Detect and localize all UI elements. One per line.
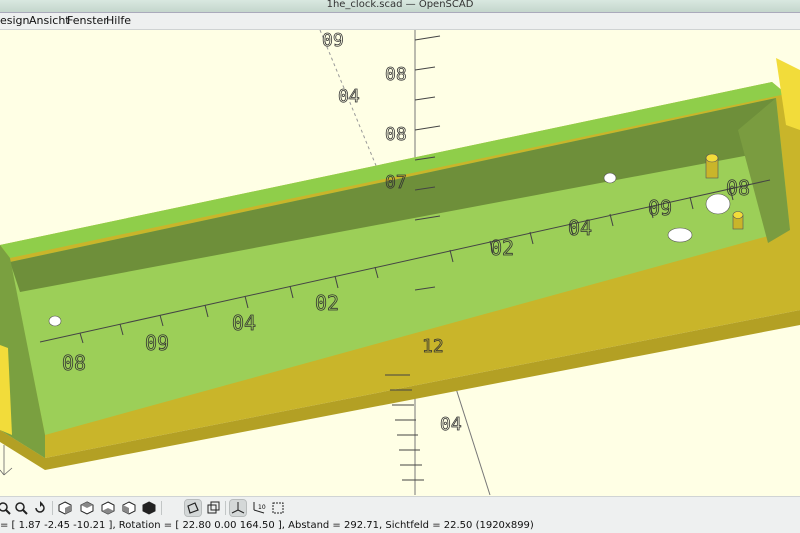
view-left-button[interactable] (121, 500, 137, 516)
zoom-out-button[interactable] (13, 500, 29, 516)
cube-top-icon (80, 501, 94, 515)
zoom-in-icon (0, 502, 11, 515)
view-bottom-button[interactable] (100, 500, 116, 516)
perspective-button[interactable] (184, 499, 202, 517)
vaxis-label-5: 07 (385, 172, 407, 193)
floor-label-1: 08 (62, 351, 86, 375)
cube-right-icon (58, 501, 72, 515)
window-title-bar: 1he_clock.scad — OpenSCAD (0, 0, 800, 13)
show-edges-button[interactable] (270, 500, 286, 516)
view-front-button[interactable] (141, 500, 157, 516)
zoom-out-icon (15, 502, 28, 515)
cube-bottom-icon (101, 501, 115, 515)
orthogonal-button[interactable] (205, 500, 221, 516)
status-text: = [ 1.87 -2.45 -10.21 ], Rotation = [ 22… (0, 520, 534, 531)
axes-gizmo (0, 445, 13, 476)
toolbar-separator (225, 501, 226, 515)
floor-label-3: 04 (232, 311, 256, 335)
menu-bar: esign Ansicht Fenster Hilfe (0, 13, 800, 30)
laxis-label-2: 04 (440, 414, 462, 435)
window-title: 1he_clock.scad — OpenSCAD (326, 0, 474, 10)
view-right-button[interactable] (57, 500, 73, 516)
laxis-label-1: 12 (422, 336, 444, 357)
scale-icon: 10 (253, 502, 266, 514)
menu-design[interactable]: esign (0, 14, 30, 27)
cube-front-icon (142, 501, 156, 515)
vaxis-label-4: 08 (385, 124, 407, 145)
floor-label-2: 09 (145, 331, 169, 355)
menu-hilfe[interactable]: Hilfe (106, 14, 131, 27)
cable-hole (667, 227, 693, 243)
svg-text:10: 10 (258, 504, 266, 511)
toolbar-separator (52, 501, 53, 515)
axes-icon (231, 502, 245, 514)
standoff-2-top (732, 211, 744, 219)
menu-ansicht[interactable]: Ansicht (29, 14, 70, 27)
reset-view-icon (35, 501, 45, 513)
perspective-icon (187, 502, 199, 514)
edges-icon (272, 502, 284, 514)
orthogonal-icon (207, 501, 220, 514)
floor-label-7: 09 (648, 196, 672, 220)
3d-viewport[interactable]: 08 09 04 02 02 04 09 08 09 04 08 08 07 1… (0, 30, 800, 495)
status-bar: = [ 1.87 -2.45 -10.21 ], Rotation = [ 22… (0, 519, 800, 533)
viewport-canvas[interactable]: 08 09 04 02 02 04 09 08 09 04 08 08 07 1… (0, 30, 800, 495)
cube-left-icon (122, 501, 136, 515)
toolbar-separator (161, 501, 162, 515)
standoff-1-top (705, 153, 719, 163)
mounting-hole-right (603, 172, 617, 184)
floor-label-6: 04 (568, 216, 592, 240)
floor-label-4: 02 (315, 291, 339, 315)
floor-label-5: 02 (490, 236, 514, 260)
reset-view-button[interactable] (32, 500, 48, 516)
view-top-button[interactable] (79, 500, 95, 516)
vaxis-label-3: 08 (385, 64, 407, 85)
mounting-hole-left (48, 315, 62, 327)
view-toolbar: 10 (0, 496, 800, 519)
zoom-in-button[interactable] (0, 500, 12, 516)
vaxis-label-1: 09 (322, 30, 344, 51)
vaxis-label-2: 04 (338, 86, 360, 107)
show-scale-button[interactable]: 10 (250, 500, 266, 516)
floor-label-8: 08 (726, 176, 750, 200)
menu-fenster[interactable]: Fenster (67, 14, 108, 27)
show-axes-button[interactable] (229, 499, 247, 517)
